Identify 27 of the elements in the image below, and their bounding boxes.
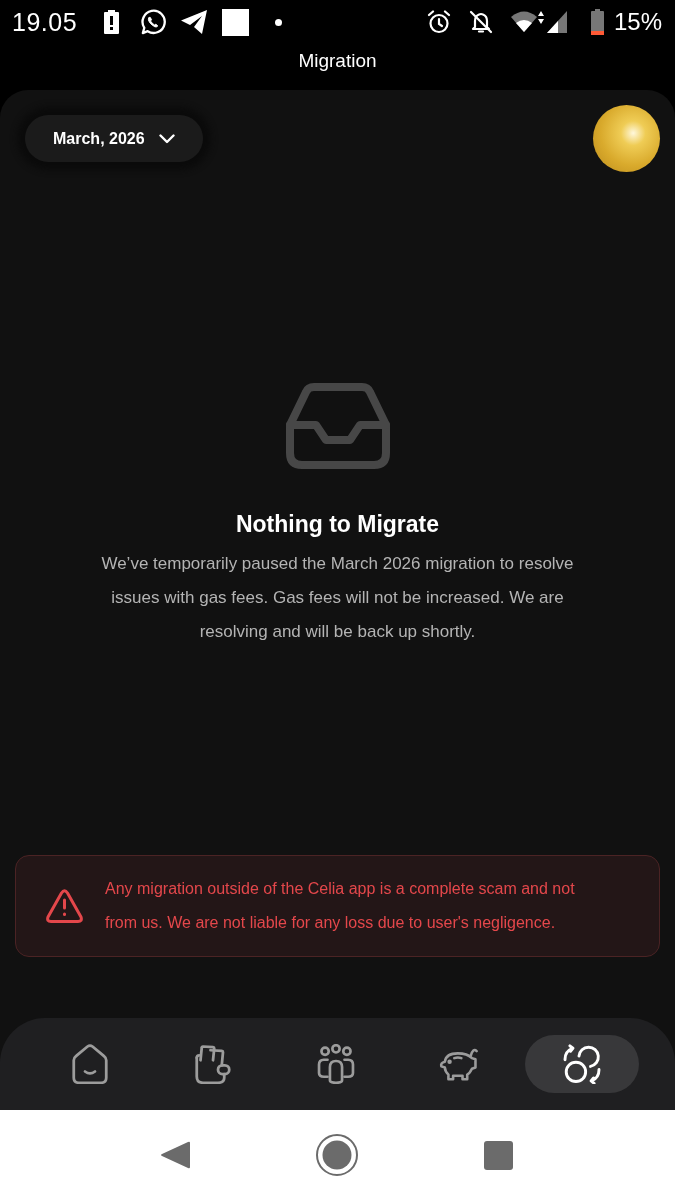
wifi-icon [510, 10, 544, 34]
screen-title: Migration [298, 49, 377, 73]
paper-plane-icon [181, 10, 209, 34]
home-circle-icon[interactable] [316, 1134, 358, 1176]
empty-state-message: We’ve temporarily paused the March 2026 migration to resolve issues with gas fees. Gas fees will not be increased. We are resolving and will be back up shortly. [100, 553, 575, 643]
wallet-icon [192, 1044, 233, 1084]
chat-bubble-icon [139, 8, 167, 36]
alarm-clock-icon [426, 10, 451, 34]
house-icon [69, 1044, 110, 1084]
battery-alert-icon [104, 10, 120, 34]
people-icon [315, 1044, 356, 1084]
dot-icon [275, 18, 283, 26]
warning-icon [46, 889, 83, 923]
bell-off-icon [468, 10, 493, 34]
month-dropdown[interactable]: March, 2026 [25, 115, 203, 162]
empty-state-title: Nothing to Migrate [235, 510, 440, 539]
battery-icon [590, 9, 604, 35]
battery-percentage: 15% [613, 8, 662, 36]
chevron-down-icon [158, 133, 175, 144]
inbox-tray-icon [285, 383, 390, 469]
coins-swap-icon [561, 1044, 602, 1084]
recents-square-icon[interactable] [484, 1140, 513, 1170]
clock-time: 19.05 [12, 7, 78, 37]
square-icon [222, 8, 250, 36]
signal-icon [546, 11, 567, 33]
warning-message: Any migration outside of the Celia app is a complete scam and not from us. We are not liable for any loss due to user's negligence. [105, 879, 576, 933]
back-icon[interactable] [160, 1140, 190, 1170]
